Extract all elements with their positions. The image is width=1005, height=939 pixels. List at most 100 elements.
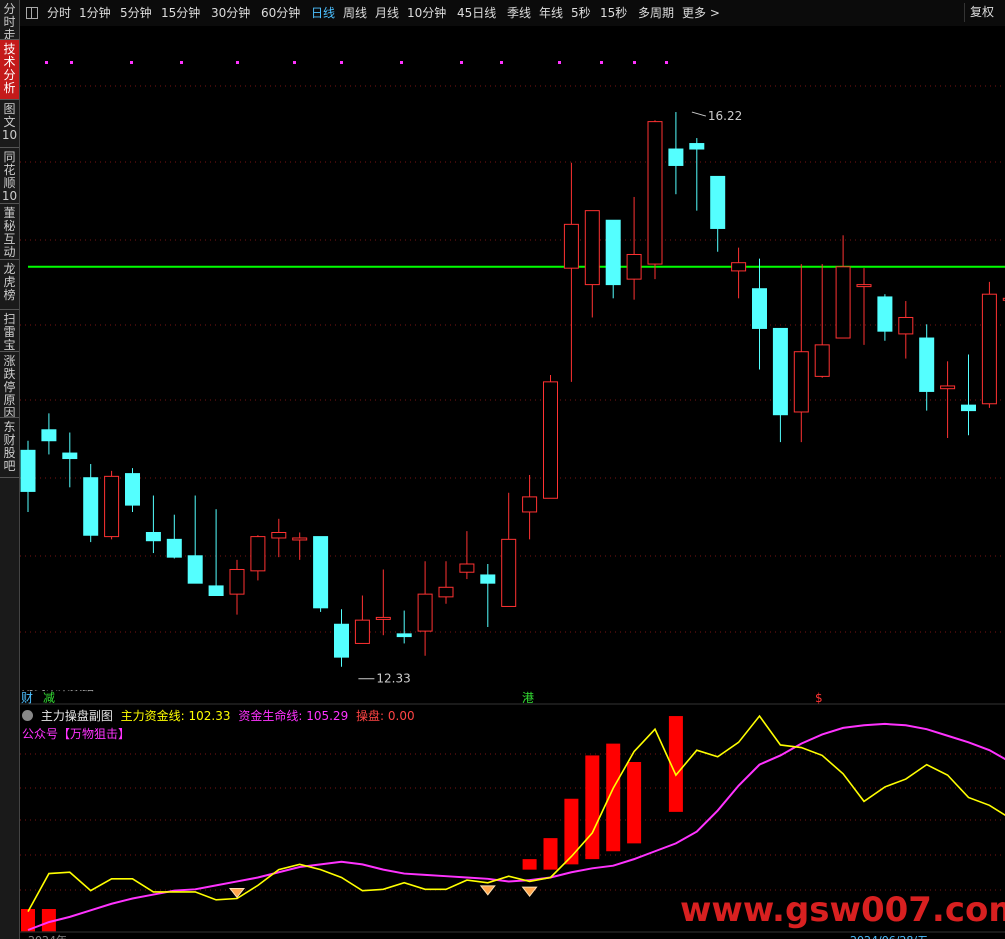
main-pane-bg bbox=[20, 26, 1005, 690]
period-tab-3[interactable]: 15分钟 bbox=[161, 5, 200, 21]
jian-badge: 减 bbox=[43, 691, 55, 705]
sidebar-item-0[interactable]: 分时走势 bbox=[0, 0, 19, 40]
period-tab-2[interactable]: 5分钟 bbox=[120, 5, 152, 21]
candle-body-22 bbox=[480, 574, 496, 584]
diamond-marker-1 bbox=[479, 885, 496, 896]
sidebar-item-7[interactable]: 涨跌停原因 bbox=[0, 352, 19, 418]
fuquan-button[interactable]: 复权 bbox=[964, 3, 999, 22]
candle-body-2 bbox=[62, 452, 78, 460]
candle-body-8 bbox=[187, 555, 203, 584]
sidebar-item-4[interactable]: 董秘互动 bbox=[0, 204, 19, 260]
period-tab-13[interactable]: 5秒 bbox=[571, 5, 591, 21]
candle-body-11 bbox=[250, 536, 266, 572]
period-tab-12[interactable]: 年线 bbox=[539, 5, 563, 21]
candle-body-31 bbox=[668, 148, 684, 166]
period-tab-16[interactable]: 更多 > bbox=[682, 5, 720, 21]
vertical-sidebar: 分时走势技术分析图文10同花顺10董秘互动龙虎榜扫雷宝涨跌停原因东财股吧 bbox=[0, 0, 20, 939]
diamond-marker-0 bbox=[228, 887, 246, 899]
sidebar-item-2[interactable]: 图文 10 bbox=[0, 100, 19, 148]
dollar-badge: $ bbox=[815, 691, 823, 705]
candle-body-41 bbox=[877, 296, 893, 332]
candle-body-46 bbox=[981, 293, 997, 405]
operation-bar-4 bbox=[564, 798, 579, 865]
sub-promo-text: 公众号【万物狙击】 bbox=[22, 727, 131, 741]
main-header-row2: 2024/07/19/五 开14.49 高15.17 低14.42 收14.98… bbox=[22, 43, 751, 57]
candle-body-7 bbox=[166, 538, 182, 558]
candle-body-30 bbox=[647, 121, 663, 265]
candle-body-45 bbox=[961, 404, 976, 412]
period-tab-14[interactable]: 15秒 bbox=[600, 5, 627, 21]
candle-body-0 bbox=[20, 449, 36, 492]
period-tab-7[interactable]: 周线 bbox=[343, 5, 367, 21]
candle-body-5 bbox=[125, 473, 140, 506]
operation-bar-2 bbox=[522, 859, 537, 870]
candle-body-35 bbox=[752, 288, 767, 329]
amount: 额9.39亿 bbox=[397, 43, 449, 57]
top-marker-dot-13 bbox=[665, 61, 668, 64]
operation-bar-7 bbox=[627, 762, 642, 844]
operation-bar-3 bbox=[543, 838, 558, 870]
period-tab-5[interactable]: 60分钟 bbox=[261, 5, 300, 21]
candle-body-19 bbox=[417, 593, 433, 632]
period-tab-9[interactable]: 10分钟 bbox=[407, 5, 446, 21]
candle-body-13 bbox=[292, 537, 308, 541]
chart-canvas: 16.22 12.33 财减 港 $2024年 2024/06/28/五 www.gsw00… bbox=[20, 26, 1005, 939]
period-tab-4[interactable]: 30分钟 bbox=[211, 5, 250, 21]
candle-body-26 bbox=[563, 223, 579, 269]
indicator-toggle-icon[interactable] bbox=[141, 29, 153, 40]
volume: 量629927 bbox=[331, 43, 390, 57]
sub-indicator-toggle-icon[interactable] bbox=[22, 710, 33, 721]
candle-body-38 bbox=[814, 344, 830, 377]
top-marker-dot-5 bbox=[293, 61, 296, 64]
candle-body-3 bbox=[83, 477, 99, 536]
bottom-date-left: 2024年 bbox=[28, 933, 67, 939]
period-tab-15[interactable]: 多周期 bbox=[638, 5, 674, 21]
period-toolbar: 分时 1分钟 5分钟 15分钟 30分钟 60分钟 日线 周线 月线 10分钟 45日线 季线 年线 5秒… bbox=[0, 0, 1005, 27]
period-tab-1[interactable]: 1分钟 bbox=[79, 5, 111, 21]
period-tab-11[interactable]: 季线 bbox=[507, 5, 531, 21]
stock-title: 深科技(日线 前复权) bbox=[22, 28, 132, 42]
sidebar-item-3[interactable]: 同花顺 10 bbox=[0, 148, 19, 204]
change: 幅0.40(2.74%) bbox=[456, 43, 543, 57]
grid-layout-icon[interactable] bbox=[26, 7, 38, 19]
pressure-line-value: 第一多空线: 15.09 bbox=[252, 28, 355, 42]
turnover: 换4.04% bbox=[550, 43, 601, 57]
candle-body-14 bbox=[313, 536, 329, 609]
candle-body-4 bbox=[104, 475, 120, 538]
life-line bbox=[27, 722, 1005, 931]
promo-text: 资源分享群Q646790437 bbox=[22, 64, 161, 78]
sub-title[interactable]: 主力操盘副图 bbox=[41, 709, 113, 723]
float-cap: 流通15.6亿 bbox=[608, 43, 671, 57]
min-price-label: 12.33 bbox=[376, 672, 410, 686]
candle-body-16 bbox=[354, 619, 370, 644]
sidebar-item-1[interactable]: 技术分析 bbox=[0, 40, 19, 100]
candle-body-34 bbox=[731, 262, 747, 272]
candle-body-27 bbox=[584, 210, 600, 286]
high-price: 高15.17 bbox=[169, 43, 216, 57]
candle-body-29 bbox=[626, 253, 642, 280]
period-tab-6[interactable]: 日线 bbox=[311, 5, 335, 21]
indicator-name[interactable]: 压力线(8,20,5) bbox=[159, 28, 243, 42]
candle-body-33 bbox=[710, 175, 726, 229]
candle-body-15 bbox=[334, 623, 349, 658]
period-tab-10[interactable]: 45日线 bbox=[457, 5, 496, 21]
cai-badge: 财 bbox=[21, 691, 33, 705]
sidebar-item-6[interactable]: 扫雷宝 bbox=[0, 310, 19, 352]
candle-body-32 bbox=[689, 143, 705, 150]
candle-body-24 bbox=[522, 496, 538, 513]
diamond-marker-2 bbox=[521, 886, 538, 897]
sector-label[interactable]: 消费电子组件 bbox=[679, 43, 751, 57]
period-tab-8[interactable]: 月线 bbox=[375, 5, 399, 21]
top-marker-dot-4 bbox=[236, 61, 239, 64]
gang-badge: 港 bbox=[522, 691, 534, 705]
period-tab-0[interactable]: 分时 bbox=[47, 5, 71, 21]
candle-body-10 bbox=[229, 568, 245, 595]
sidebar-item-8[interactable]: 东财股吧 bbox=[0, 418, 19, 478]
operation-bar-8 bbox=[668, 716, 683, 812]
top-marker-dot-6 bbox=[340, 61, 343, 64]
sidebar-item-5[interactable]: 龙虎榜 bbox=[0, 260, 19, 310]
close-price: 收14.98 bbox=[277, 43, 324, 57]
top-marker-dot-9 bbox=[500, 61, 503, 64]
watermark: www.gsw007.com bbox=[680, 890, 1005, 930]
candle-body-40 bbox=[856, 284, 872, 288]
